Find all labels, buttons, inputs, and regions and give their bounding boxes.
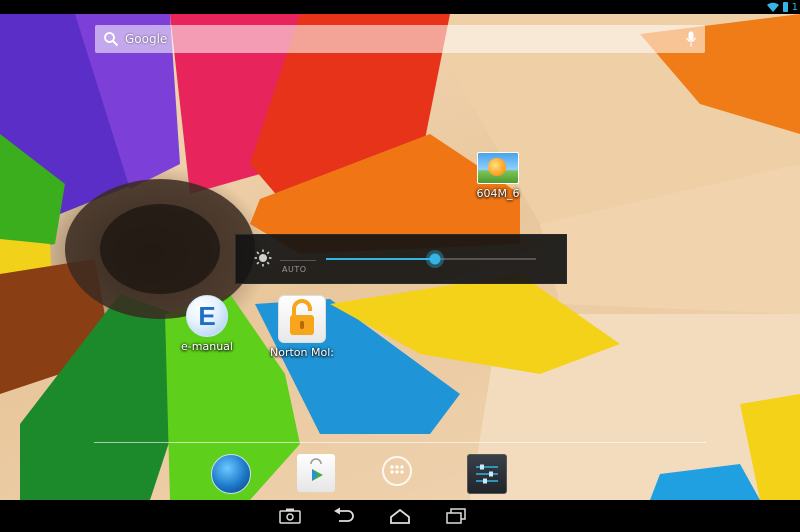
mic-icon[interactable]	[685, 31, 697, 47]
app-label: e-manual	[181, 340, 233, 353]
dock-divider	[94, 442, 706, 443]
brightness-slider[interactable]	[326, 250, 536, 268]
app-shortcut-norton[interactable]: Norton Mol:	[270, 295, 334, 359]
brightness-slider-fill	[326, 258, 436, 260]
lock-icon	[278, 295, 326, 343]
wifi-icon	[766, 2, 779, 12]
emanual-icon: E	[186, 295, 228, 337]
all-apps-icon[interactable]	[382, 456, 412, 486]
brightness-icon[interactable]	[254, 249, 272, 267]
navigation-bar	[0, 500, 800, 532]
app-shortcut-photo[interactable]: 604M_6	[474, 152, 522, 200]
screenshot-icon[interactable]	[279, 507, 301, 525]
status-clock: 1	[791, 1, 798, 13]
google-search-bar[interactable]: Google	[95, 25, 705, 53]
status-bar: 1	[0, 0, 800, 14]
back-icon[interactable]	[333, 507, 355, 525]
emanual-glyph: E	[198, 301, 216, 331]
browser-icon[interactable]	[211, 454, 251, 494]
app-label: Norton Mol:	[270, 346, 334, 359]
battery-icon	[782, 2, 788, 12]
search-icon	[104, 32, 119, 47]
auto-divider	[280, 260, 316, 261]
search-label: Google	[125, 32, 168, 46]
app-shortcut-emanual[interactable]: E e-manual	[178, 295, 236, 353]
brightness-dialog: AUTO	[235, 234, 567, 284]
play-store-icon[interactable]	[297, 454, 335, 492]
app-label: 604M_6	[476, 187, 520, 200]
brightness-slider-thumb[interactable]	[426, 250, 445, 268]
home-icon[interactable]	[389, 507, 411, 525]
photo-icon	[477, 152, 519, 184]
auto-brightness-toggle[interactable]: AUTO	[282, 265, 307, 274]
recent-apps-icon[interactable]	[445, 507, 467, 525]
settings-icon[interactable]	[467, 454, 507, 494]
